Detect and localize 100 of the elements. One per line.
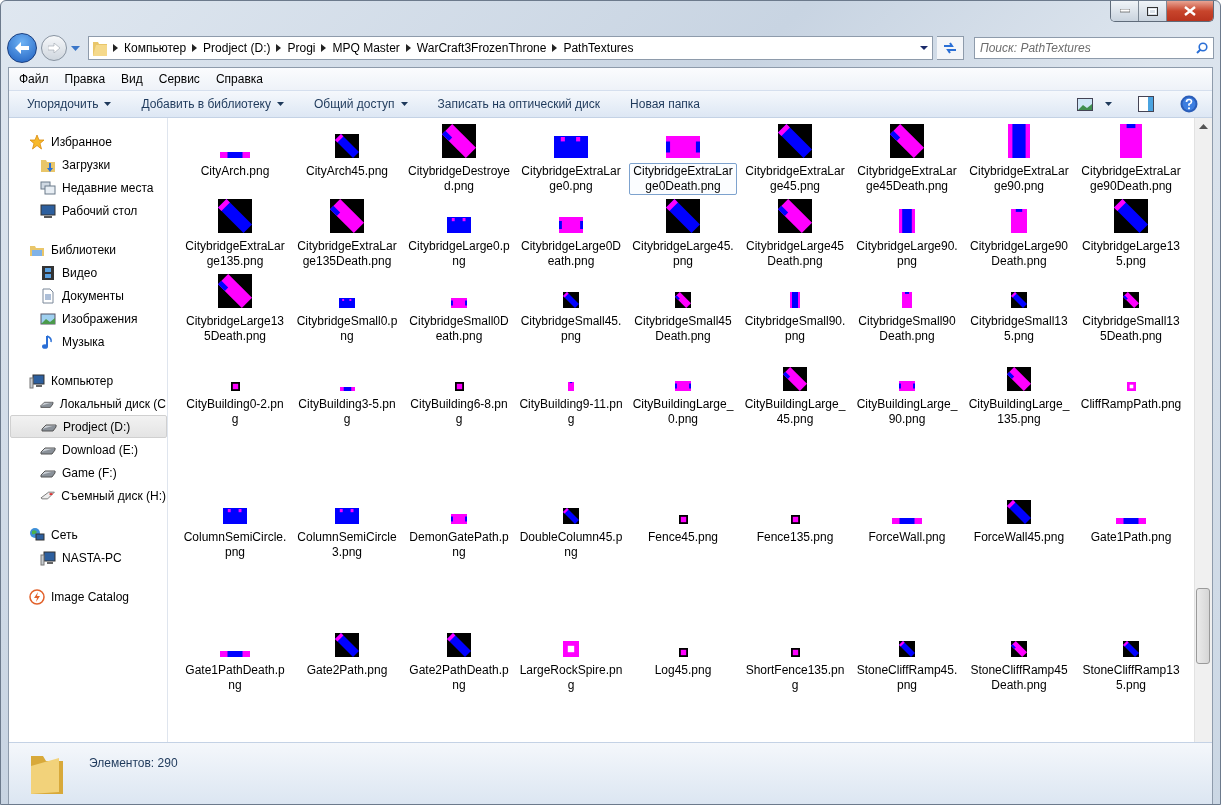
file-name[interactable]: Gate1PathDeath.png: [181, 662, 289, 694]
chevron-icon[interactable]: [113, 44, 118, 52]
chevron-icon[interactable]: [276, 44, 282, 52]
maximize-button[interactable]: [1139, 1, 1167, 21]
file-name[interactable]: CitybridgeSmall90Death.png: [853, 313, 961, 345]
file-name[interactable]: Gate1Path.png: [1077, 529, 1185, 546]
address-bar[interactable]: Компьютер Prodject (D:) Progi MPQ Master WarCraft3FrozenThrone PathTextures: [88, 36, 933, 60]
file-name[interactable]: CitybridgeLarge45.png: [629, 238, 737, 270]
file-name[interactable]: ColumnSemiCircle.png: [181, 529, 289, 561]
chevron-icon[interactable]: [321, 44, 327, 52]
sidebar-item[interactable]: Документы: [9, 284, 167, 307]
view-icon[interactable]: [1077, 97, 1093, 111]
back-button[interactable]: [7, 33, 37, 63]
chevron-icon[interactable]: [405, 44, 411, 52]
file-name[interactable]: CityBuildingLarge_45.png: [741, 396, 849, 428]
file-name[interactable]: CityArch45.png: [293, 163, 401, 180]
file-name[interactable]: StoneCliffRamp45.png: [853, 662, 961, 694]
menu-item[interactable]: Правка: [64, 72, 106, 86]
file-name[interactable]: CitybridgeExtraLarge0Death.png: [629, 163, 737, 195]
sidebar-item[interactable]: NASTA-PC: [9, 546, 167, 569]
toolbar-button[interactable]: Добавить в библиотеку: [141, 95, 284, 113]
file-name[interactable]: CityBuilding0-2.png: [181, 396, 289, 428]
file-name[interactable]: Gate2Path.png: [293, 662, 401, 679]
file-name[interactable]: CityBuilding6-8.png: [405, 396, 513, 428]
file-name[interactable]: CitybridgeSmall45Death.png: [629, 313, 737, 345]
sidebar-item[interactable]: Game (F:): [9, 461, 167, 484]
file-name[interactable]: CitybridgeExtraLarge45Death.png: [853, 163, 961, 195]
sidebar-item[interactable]: Музыка: [9, 330, 167, 353]
toolbar-button[interactable]: Записать на оптический диск: [437, 95, 601, 113]
file-name[interactable]: CliffRampPath.png: [1077, 396, 1185, 413]
file-name[interactable]: ForceWall.png: [853, 529, 961, 546]
breadcrumb[interactable]: MPQ Master: [332, 41, 400, 55]
file-name[interactable]: CitybridgeExtraLarge45.png: [741, 163, 849, 195]
scrollbar[interactable]: [1194, 118, 1212, 742]
file-name[interactable]: CitybridgeExtraLarge135.png: [181, 238, 289, 270]
breadcrumb[interactable]: Компьютер: [124, 41, 187, 55]
file-name[interactable]: CitybridgeLarge135.png: [1077, 238, 1185, 270]
file-name[interactable]: CitybridgeLarge0Death.png: [517, 238, 625, 270]
breadcrumb[interactable]: WarCraft3FrozenThrone: [416, 41, 547, 55]
file-name[interactable]: CitybridgeLarge45Death.png: [741, 238, 849, 270]
menu-item[interactable]: Справка: [215, 72, 263, 86]
file-name[interactable]: DemonGatePath.png: [405, 529, 513, 561]
file-name[interactable]: StoneCliffRamp135.png: [1077, 662, 1185, 694]
sidebar-item[interactable]: Компьютер: [9, 369, 167, 392]
file-name[interactable]: CitybridgeLarge90Death.png: [965, 238, 1073, 270]
sidebar-item[interactable]: Загрузки: [9, 153, 167, 176]
file-name[interactable]: CitybridgeExtraLarge90Death.png: [1077, 163, 1185, 195]
dropdown-icon[interactable]: [920, 46, 928, 50]
refresh-button[interactable]: [937, 36, 964, 60]
sidebar-item[interactable]: Недавние места: [9, 176, 167, 199]
close-button[interactable]: [1167, 1, 1213, 21]
sidebar-item[interactable]: Сеть: [9, 523, 167, 546]
menu-item[interactable]: Вид: [121, 72, 143, 86]
chevron-icon[interactable]: [192, 44, 198, 52]
breadcrumb[interactable]: PathTextures: [563, 41, 634, 55]
file-name[interactable]: CityBuildingLarge_90.png: [853, 396, 961, 428]
file-name[interactable]: CitybridgeSmall0.png: [293, 313, 401, 345]
forward-button[interactable]: [41, 35, 67, 61]
file-name[interactable]: ForceWall45.png: [965, 529, 1073, 546]
file-name[interactable]: CitybridgeLarge90.png: [853, 238, 961, 270]
toolbar-button[interactable]: Общий доступ: [313, 95, 408, 113]
breadcrumb[interactable]: Prodject (D:): [203, 41, 271, 55]
file-name[interactable]: StoneCliffRamp45Death.png: [965, 662, 1073, 694]
file-name[interactable]: CitybridgeSmall0Death.png: [405, 313, 513, 345]
breadcrumb[interactable]: Progi: [287, 41, 316, 55]
sidebar-item[interactable]: Локальный диск (C: [9, 392, 167, 415]
file-name[interactable]: CitybridgeSmall45.png: [517, 313, 625, 345]
file-name[interactable]: DoubleColumn45.png: [517, 529, 625, 561]
file-name[interactable]: Log45.png: [629, 662, 737, 679]
file-name[interactable]: CitybridgeExtraLarge90.png: [965, 163, 1073, 195]
sidebar-item[interactable]: Библиотеки: [9, 238, 167, 261]
chevron-icon[interactable]: [552, 44, 558, 52]
file-name[interactable]: ShortFence135.png: [741, 662, 849, 694]
menu-item[interactable]: Сервис: [158, 72, 200, 86]
sidebar-item[interactable]: Image Catalog: [9, 585, 167, 608]
preview-pane-icon[interactable]: [1138, 96, 1154, 112]
scrollbar-thumb[interactable]: [1196, 588, 1210, 664]
sidebar-item[interactable]: Download (E:): [9, 438, 167, 461]
search-field[interactable]: Поиск: PathTextures: [974, 37, 1214, 59]
file-name[interactable]: CitybridgeSmall90.png: [741, 313, 849, 345]
sidebar-item[interactable]: Изображения: [9, 307, 167, 330]
file-name[interactable]: Gate2PathDeath.png: [405, 662, 513, 694]
file-name[interactable]: CityBuildingLarge_135.png: [965, 396, 1073, 428]
file-name[interactable]: CitybridgeExtraLarge0.png: [517, 163, 625, 195]
file-name[interactable]: LargeRockSpire.png: [517, 662, 625, 694]
file-name[interactable]: CitybridgeSmall135.png: [965, 313, 1073, 345]
file-name[interactable]: ColumnSemiCircle3.png: [293, 529, 401, 561]
file-name[interactable]: CityBuilding3-5.png: [293, 396, 401, 428]
file-name[interactable]: CitybridgeLarge135Death.png: [181, 313, 289, 345]
file-name[interactable]: CityArch.png: [181, 163, 289, 180]
toolbar-button[interactable]: Новая папка: [630, 95, 701, 113]
file-name[interactable]: CitybridgeLarge0.png: [405, 238, 513, 270]
file-name[interactable]: CitybridgeDestroyed.png: [405, 163, 513, 195]
sidebar-item[interactable]: Избранное: [9, 130, 167, 153]
sidebar-item[interactable]: Видео: [9, 261, 167, 284]
file-name[interactable]: CityBuilding9-11.png: [517, 396, 625, 428]
sidebar-item[interactable]: Съемный диск (H:): [9, 484, 167, 507]
file-name[interactable]: CityBuildingLarge_0.png: [629, 396, 737, 428]
toolbar-button[interactable]: Упорядочить: [27, 95, 112, 113]
file-name[interactable]: CitybridgeExtraLarge135Death.png: [293, 238, 401, 270]
